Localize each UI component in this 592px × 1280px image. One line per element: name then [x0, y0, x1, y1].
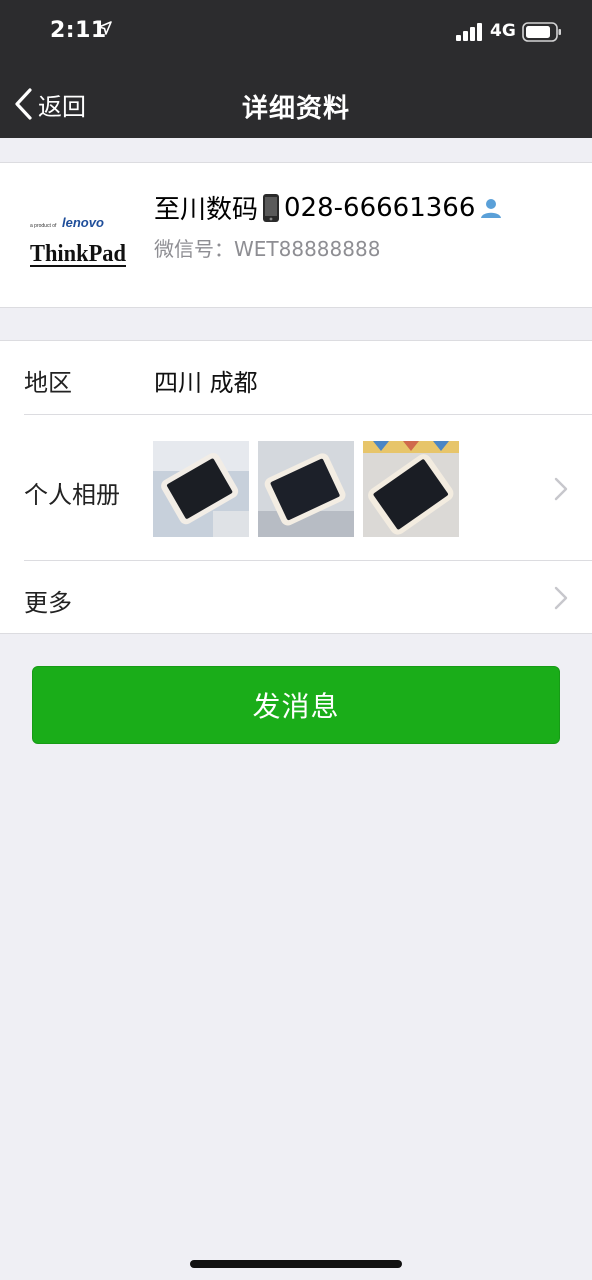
battery-icon	[522, 22, 561, 42]
avatar[interactable]: a product of lenovo ThinkPad	[24, 185, 132, 289]
send-message-button[interactable]: 发消息	[32, 666, 560, 744]
list-item-more[interactable]: 更多	[0, 561, 592, 635]
contact-person-icon	[481, 198, 502, 218]
album-photo[interactable]	[153, 441, 249, 537]
logo-product: ThinkPad	[30, 241, 127, 267]
album-photo[interactable]	[363, 441, 459, 537]
network-type: 4G	[490, 21, 516, 41]
chevron-right-icon	[554, 477, 568, 501]
thinkpad-logo-icon: a product of lenovo ThinkPad	[24, 185, 132, 289]
list-item-region: 地区 四川 成都	[0, 341, 592, 415]
region-label: 地区	[24, 369, 72, 397]
region-value: 四川 成都	[154, 369, 258, 397]
mobile-phone-icon	[263, 193, 280, 222]
navigation-bar: 返回 详细资料	[0, 70, 592, 138]
profile-name-prefix: 至川数码	[154, 195, 259, 225]
status-bar: 2:11 4G	[0, 0, 592, 64]
profile-name-phone: 028-66661366	[284, 192, 476, 223]
photo-image	[258, 441, 354, 537]
cellular-signal-icon	[456, 23, 482, 41]
chevron-right-icon	[554, 586, 568, 610]
logo-brand: lenovo	[62, 215, 104, 230]
more-label: 更多	[24, 589, 72, 617]
album-photo[interactable]	[258, 441, 354, 537]
album-label: 个人相册	[24, 481, 120, 509]
home-indicator[interactable]	[190, 1260, 402, 1268]
page-title: 详细资料	[241, 94, 350, 124]
top-bar: 2:11 4G 返回 详细资料	[0, 0, 592, 138]
profile-name: 至川数码 028-66661366	[154, 189, 503, 226]
photo-image	[153, 441, 249, 537]
location-arrow-icon	[98, 21, 112, 35]
wechat-id: 微信号：WET88888888	[154, 237, 381, 261]
logo-tagline: a product of	[30, 223, 57, 229]
profile-card: a product of lenovo ThinkPad 至川数码 028-66…	[0, 162, 592, 308]
list-item-album[interactable]: 个人相册	[0, 415, 592, 561]
photo-image	[363, 441, 459, 537]
info-list: 地区 四川 成都 个人相册 更多	[0, 340, 592, 634]
